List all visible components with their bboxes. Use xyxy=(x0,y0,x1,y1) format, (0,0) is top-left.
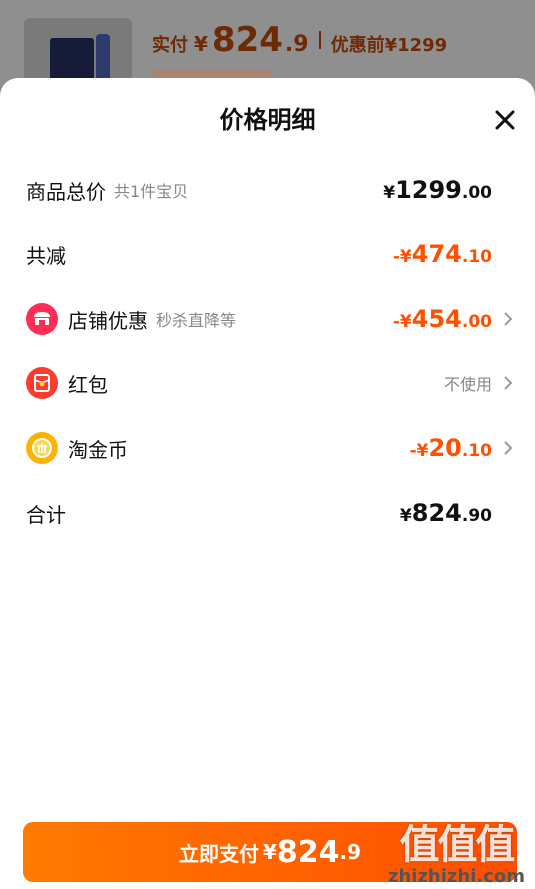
row-gold-coin[interactable]: 淘金币 -¥ 20 .10 xyxy=(26,430,516,466)
amount-dec: .00 xyxy=(461,183,492,203)
shop-discount-amount: -¥ 454 .00 xyxy=(393,305,492,333)
row-label: 共减 xyxy=(26,243,66,268)
product-thumbnail xyxy=(24,18,132,82)
price-integer: 824 xyxy=(211,20,283,60)
row-label: 商品总价 xyxy=(26,179,106,204)
original-price: ¥1299 xyxy=(384,35,448,56)
background-price: 实付 ¥ 824 .9 优惠前 ¥1299 xyxy=(152,20,447,60)
close-button[interactable] xyxy=(493,108,517,132)
amount-yen: -¥ xyxy=(409,441,429,461)
red-packet-icon xyxy=(26,367,58,399)
red-packet-status: 不使用 xyxy=(443,375,492,394)
row-subtext: 秒杀直降等 xyxy=(156,311,237,330)
divider xyxy=(318,31,321,49)
pay-button-dec: .9 xyxy=(339,840,362,864)
row-shop-discount[interactable]: 店铺优惠 秒杀直降等 -¥ 454 .00 xyxy=(26,301,516,337)
yen-sign: ¥ xyxy=(194,32,208,56)
row-sum: 合计 ¥ 824 .90 xyxy=(26,495,516,531)
amount-int: 474 xyxy=(411,240,462,268)
pay-button-int: 824 xyxy=(276,834,340,870)
row-red-packet[interactable]: 红包 不使用 xyxy=(26,365,516,401)
row-label: 合计 xyxy=(26,502,66,527)
original-price-label: 优惠前 xyxy=(330,35,385,56)
pay-label: 实付 xyxy=(152,35,188,56)
amount-int: 454 xyxy=(411,305,462,333)
chevron-right-icon xyxy=(504,376,513,390)
amount-dec: .10 xyxy=(461,441,492,461)
product-box-image xyxy=(50,38,94,82)
sum-amount: ¥ 824 .90 xyxy=(400,499,492,527)
total-amount: ¥ 1299 .00 xyxy=(383,176,492,204)
amount-yen: ¥ xyxy=(399,506,412,526)
amount-dec: .10 xyxy=(461,247,492,267)
chevron-right-icon xyxy=(504,312,513,326)
row-label: 红包 xyxy=(68,372,108,397)
amount-int: 20 xyxy=(428,434,462,462)
row-total-price: 商品总价 共1件宝贝 ¥ 1299 .00 xyxy=(26,172,516,208)
price-decimal: .9 xyxy=(284,32,309,57)
sheet-title: 价格明细 xyxy=(219,106,316,134)
pay-button-yen: ¥ xyxy=(262,840,277,864)
amount-dec: .00 xyxy=(461,312,492,332)
close-icon xyxy=(495,110,515,130)
amount-yen: -¥ xyxy=(392,247,412,267)
reduction-amount: -¥ 474 .10 xyxy=(393,240,492,268)
amount-int: 1299 xyxy=(395,176,462,204)
amount-yen: -¥ xyxy=(392,312,412,332)
amount-int: 824 xyxy=(411,499,462,527)
watermark: 值值值 zhizhizhi.com xyxy=(388,812,525,887)
row-subtext: 共1件宝贝 xyxy=(114,182,189,201)
gold-coin-amount: -¥ 20 .10 xyxy=(410,434,492,462)
row-label: 店铺优惠 xyxy=(68,308,148,333)
gold-coin-icon xyxy=(26,432,58,464)
watermark-domain: zhizhizhi.com xyxy=(387,866,525,887)
amount-yen: ¥ xyxy=(383,183,396,203)
watermark-logo: 值值值 xyxy=(399,822,515,868)
row-total-reduction: 共减 -¥ 474 .10 xyxy=(26,236,516,272)
chevron-right-icon xyxy=(504,441,513,455)
shop-icon xyxy=(26,303,58,335)
price-detail-sheet: 价格明细 商品总价 共1件宝贝 ¥ 1299 .00 共减 -¥ 474 .10 xyxy=(0,78,535,889)
product-bottle-image xyxy=(96,34,110,82)
pay-button-label: 立即支付 xyxy=(178,841,259,866)
row-label: 淘金币 xyxy=(68,437,128,462)
amount-dec: .90 xyxy=(461,506,492,526)
